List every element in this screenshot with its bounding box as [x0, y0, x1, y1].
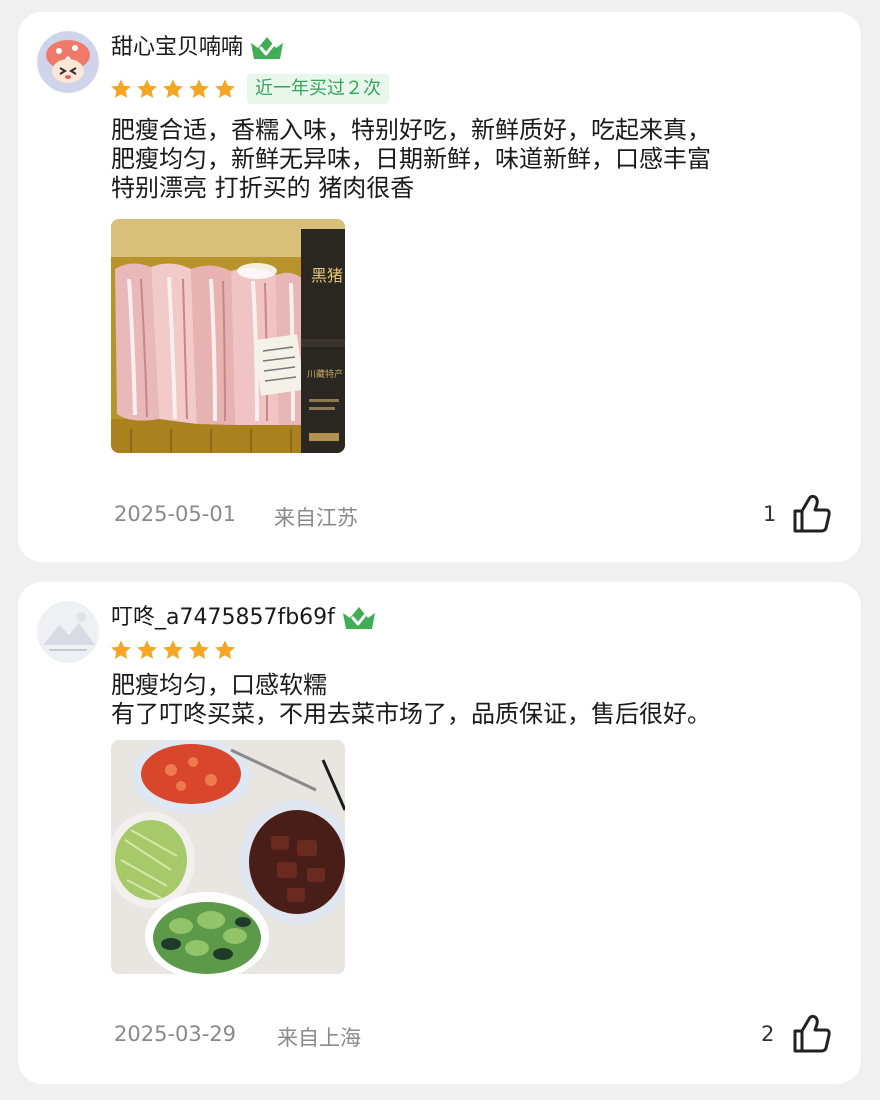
verified-badge-icon	[342, 607, 375, 629]
review-photo[interactable]: 黑猪 川藏特产	[111, 219, 345, 453]
review-location: 来自上海	[277, 1026, 361, 1050]
star-icon	[137, 79, 157, 98]
review-card: 叮咚_a7475857fb69f 肥瘦均匀，口感软糯 有了叮咚买菜，不用去菜市场…	[18, 582, 861, 1084]
review-date: 2025-05-01	[114, 502, 237, 526]
review-card: 甜心宝贝喃喃 近一年买过２次 肥瘦合适，香糯入味，特别好吃，新鲜质好，吃起来真，…	[18, 12, 861, 562]
star-icon	[215, 640, 235, 659]
thumbs-up-icon[interactable]	[791, 1013, 833, 1055]
star-rating	[110, 78, 236, 100]
user-avatar[interactable]	[37, 601, 99, 663]
star-icon	[189, 79, 209, 98]
username-text[interactable]: 甜心宝贝喃喃	[111, 34, 243, 62]
username-text[interactable]: 叮咚_a7475857fb69f	[111, 604, 335, 632]
review-text: 肥瘦均匀，口感软糯 有了叮咚买菜，不用去菜市场了，品质保证，售后很好。	[111, 671, 711, 728]
user-avatar[interactable]	[37, 31, 99, 93]
package-label: 黑猪	[311, 266, 343, 285]
star-icon	[215, 79, 235, 98]
username[interactable]: 甜心宝贝喃喃	[111, 34, 285, 62]
thumbs-up-icon[interactable]	[791, 493, 833, 535]
star-icon	[189, 640, 209, 659]
package-sublabel: 川藏特产	[307, 368, 343, 380]
review-text: 肥瘦合适，香糯入味，特别好吃，新鲜质好，吃起来真， 肥瘦均匀，新鲜无异味，日期新…	[111, 116, 711, 202]
star-icon	[163, 640, 183, 659]
star-icon	[111, 640, 131, 659]
username[interactable]: 叮咚_a7475857fb69f	[111, 604, 377, 632]
star-rating	[110, 639, 236, 661]
review-date: 2025-03-29	[114, 1022, 237, 1046]
star-icon	[137, 640, 157, 659]
review-location: 来自江苏	[274, 506, 358, 530]
like-count: 1	[763, 502, 777, 526]
star-icon	[163, 79, 183, 98]
review-photo[interactable]	[111, 740, 345, 974]
like-count: 2	[761, 1022, 775, 1046]
star-icon	[111, 79, 131, 98]
purchase-history-tag: 近一年买过２次	[247, 74, 389, 104]
verified-badge-icon	[251, 37, 284, 59]
